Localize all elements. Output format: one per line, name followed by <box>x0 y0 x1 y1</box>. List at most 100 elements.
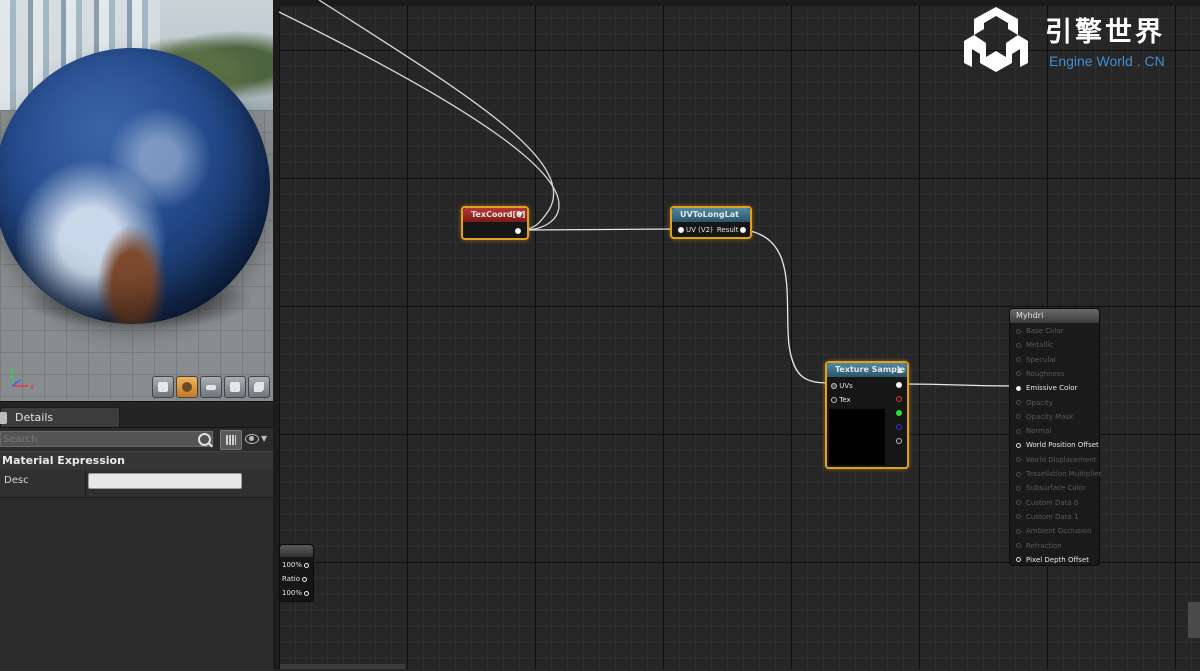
result-input-pin[interactable] <box>1016 514 1021 520</box>
result-input-row: Roughness <box>1016 370 1064 378</box>
result-input-label: Metallic <box>1026 341 1054 350</box>
partial-output-pin[interactable] <box>301 576 307 582</box>
material-preview-viewport[interactable]: x <box>0 0 273 401</box>
texture-sample-node[interactable]: Texture Sample ▲ UVs Tex <box>825 361 909 469</box>
result-input-pin[interactable] <box>1016 528 1021 534</box>
logo-mark-icon <box>964 7 1028 72</box>
result-input-pin[interactable] <box>1016 442 1021 448</box>
texcoord-node[interactable]: TexCoord[0] ▼ <box>461 206 529 240</box>
result-input-pin[interactable] <box>1016 543 1021 548</box>
result-input-row: Normal <box>1016 427 1051 435</box>
details-tab-label: Details <box>15 411 54 424</box>
result-input-pin[interactable] <box>1016 414 1021 420</box>
result-input-row: Subsurface Color <box>1016 484 1086 492</box>
result-input-pin[interactable] <box>1016 328 1021 334</box>
result-input-row: Specular <box>1016 356 1057 364</box>
wire-texture-to-emissive <box>901 383 1018 387</box>
result-input-pin[interactable] <box>1016 385 1021 391</box>
result-input-pin[interactable] <box>1016 557 1021 563</box>
tex-input: Tex <box>831 396 851 404</box>
result-input-row: Ambient Occlusion <box>1016 527 1092 535</box>
result-input-row: Tessellation Multiplier <box>1016 470 1101 478</box>
category-header[interactable]: Material Expression <box>0 451 273 471</box>
uv-input-pin[interactable] <box>678 227 684 233</box>
tex-input-label: Tex <box>839 396 851 404</box>
category-label: Material Expression <box>2 454 125 467</box>
result-output-label: Result <box>716 226 739 234</box>
desc-input[interactable] <box>88 473 242 489</box>
engine-world-logo: 引擎世界 Engine World . CN <box>960 5 1195 75</box>
logo-title: 引擎世界 <box>1045 17 1165 48</box>
result-node[interactable]: Myhdri Base Color Metallic Specular Roughne… <box>1009 308 1101 566</box>
partial-node[interactable]: 100% Ratio 100% <box>279 544 314 602</box>
result-input-label: Ambient Occlusion <box>1026 527 1092 536</box>
result-input-label: Subsurface Color <box>1026 484 1086 493</box>
result-input-pin[interactable] <box>1016 400 1021 405</box>
uvtolonglat-node[interactable]: UVToLongLat UV (V2) Result <box>670 206 752 239</box>
result-input-row: Emissive Color <box>1016 384 1077 392</box>
uvtolonglat-title: UVToLongLat <box>672 208 750 222</box>
material-graph-canvas[interactable]: TexCoord[0] ▼ UVToLongLat UV (V2) Result … <box>279 0 1200 669</box>
wire-uvtolonglat-to-texture <box>744 229 833 384</box>
chevron-down-icon[interactable]: ▼ <box>517 210 523 219</box>
texture-preview-thumbnail <box>829 409 885 465</box>
result-input-pin[interactable] <box>1016 428 1021 434</box>
search-icon[interactable] <box>198 433 211 446</box>
cube-icon[interactable] <box>224 376 246 398</box>
property-matrix-button[interactable] <box>220 430 242 450</box>
red-output-pin[interactable] <box>896 396 902 402</box>
logo-subtitle: Engine World . CN <box>1049 53 1165 69</box>
result-node-title: Myhdri <box>1010 309 1099 323</box>
details-tab[interactable]: Details <box>0 407 120 428</box>
partial-row-label: 100% <box>282 561 303 569</box>
cylinder-icon[interactable] <box>152 376 174 398</box>
rgb-output-pin[interactable] <box>896 382 902 388</box>
result-input-row: Opacity <box>1016 399 1053 407</box>
result-output-pin[interactable] <box>740 227 747 233</box>
partial-output-pin[interactable] <box>304 562 310 568</box>
result-input-pin[interactable] <box>1016 457 1021 463</box>
partial-row-label: Ratio <box>282 575 300 583</box>
uvs-input-label: UVs <box>839 382 853 390</box>
result-input-pin[interactable] <box>1016 471 1021 477</box>
search-input[interactable] <box>0 431 213 447</box>
uvs-input-pin[interactable] <box>831 383 837 389</box>
result-input-label: Custom Data 1 <box>1026 512 1079 521</box>
result-input-pin[interactable] <box>1016 342 1021 348</box>
desc-property-row: Desc <box>0 470 273 498</box>
green-output-pin[interactable] <box>896 410 902 416</box>
texcoord-output-pin[interactable] <box>515 228 521 234</box>
result-input-pin[interactable] <box>1016 371 1021 377</box>
result-input-pin[interactable] <box>1016 357 1021 363</box>
blue-output-pin[interactable] <box>896 424 902 430</box>
result-input-row: Refraction <box>1016 542 1062 550</box>
details-panel: Details ▼ Material Expression Desc <box>0 401 273 671</box>
partial-row-1: 100% <box>282 561 310 569</box>
alpha-output-pin[interactable] <box>896 438 902 444</box>
plane-icon[interactable] <box>200 376 222 398</box>
result-input-row: Base Color <box>1016 327 1064 335</box>
result-input-row: World Displacement <box>1016 456 1096 464</box>
partial-node-title <box>280 545 313 557</box>
partial-row-2: Ratio <box>282 575 307 583</box>
details-icon <box>0 412 7 424</box>
details-body: ▼ Material Expression Desc <box>0 427 273 671</box>
texture-sample-title: Texture Sample ▲ <box>827 363 907 377</box>
result-input-pin[interactable] <box>1016 485 1021 491</box>
result-input-pin[interactable] <box>1016 500 1021 506</box>
horizontal-scrollbar[interactable] <box>280 664 405 669</box>
chevron-down-icon[interactable]: ▼ <box>261 434 267 443</box>
collapse-arrow-icon[interactable]: ▲ <box>897 363 903 377</box>
result-input-label: Base Color <box>1026 327 1064 335</box>
column-divider[interactable] <box>85 470 86 497</box>
result-input-label: Opacity Mask <box>1026 412 1074 421</box>
wire-offscreen-2 <box>279 11 560 231</box>
tex-input-pin[interactable] <box>831 397 837 403</box>
partial-output-pin[interactable] <box>304 590 310 596</box>
sphere-icon[interactable] <box>176 376 198 398</box>
preview-sphere <box>0 48 270 324</box>
eye-icon[interactable] <box>245 434 259 444</box>
custom-mesh-icon[interactable] <box>248 376 270 398</box>
result-input-row: Opacity Mask <box>1016 413 1073 421</box>
result-input-label: Pixel Depth Offset <box>1026 555 1089 564</box>
